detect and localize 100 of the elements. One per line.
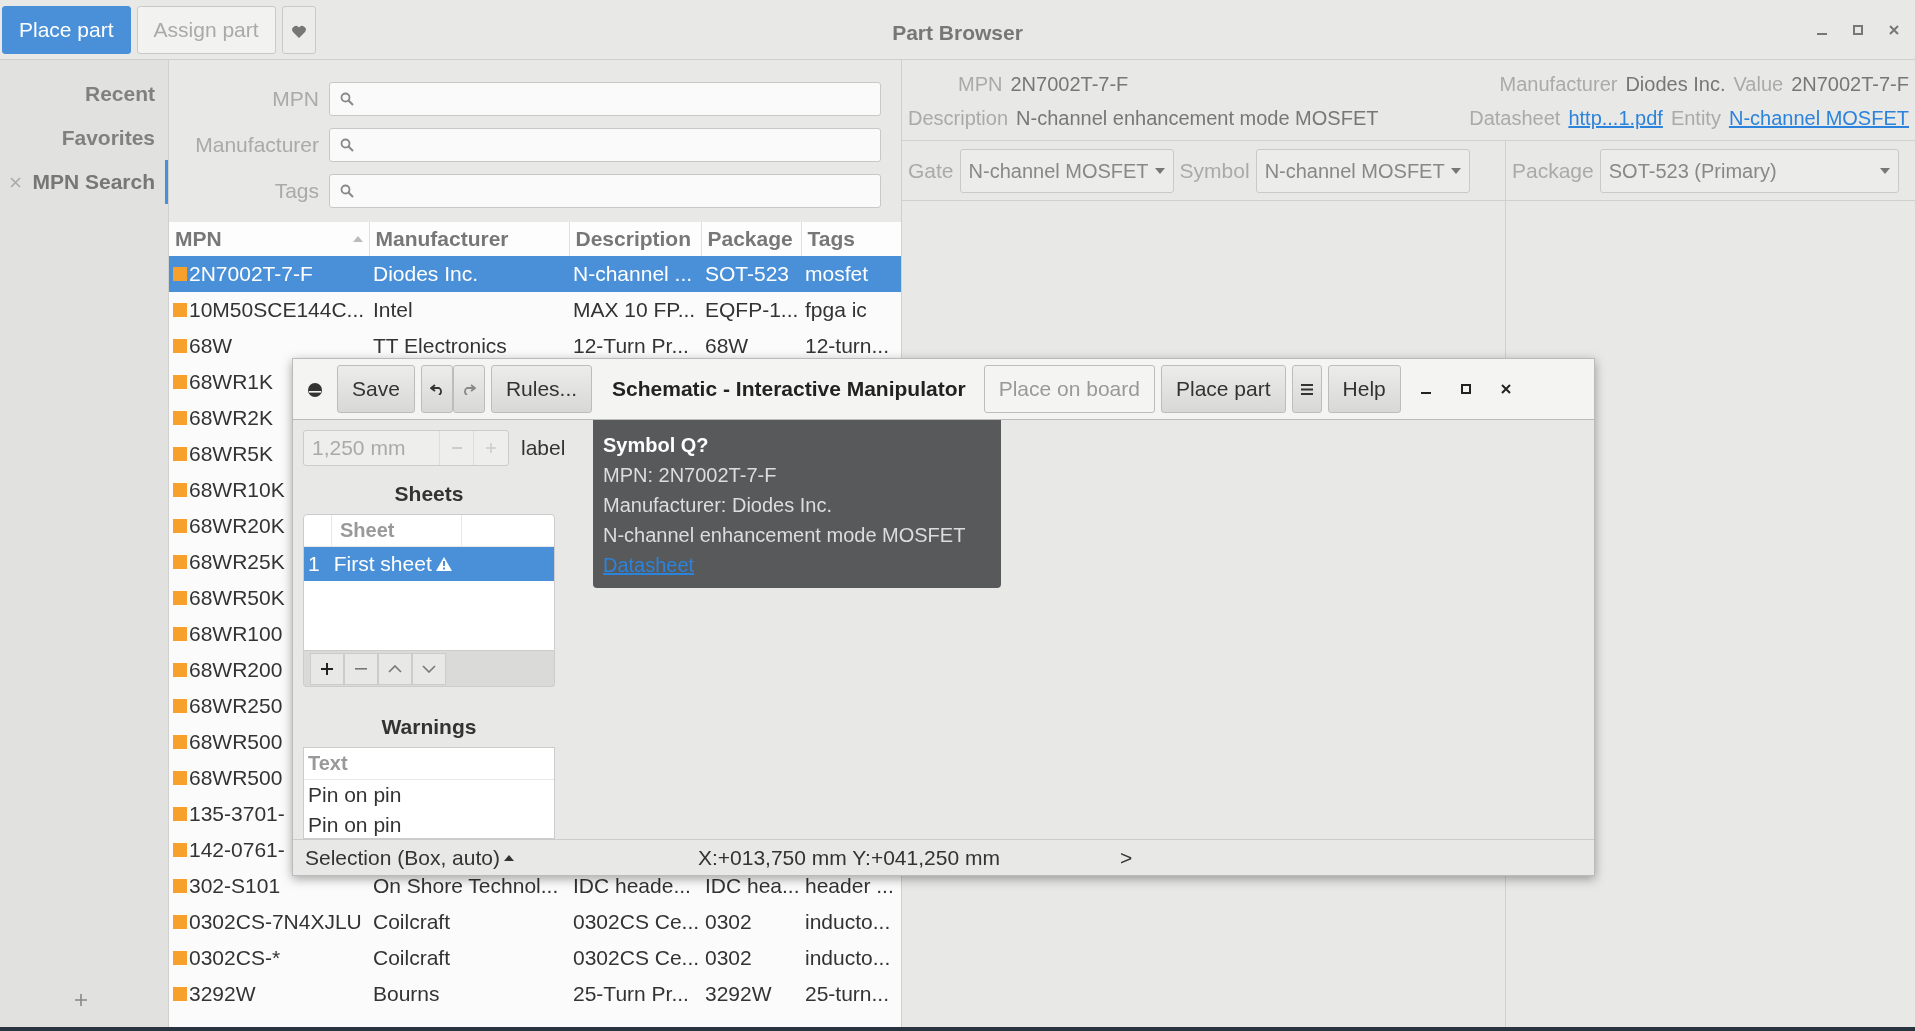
add-icon[interactable] (321, 662, 333, 675)
search-icon (340, 92, 354, 106)
table-cell: 0302 (705, 910, 752, 934)
tool-selector[interactable]: Selection (Box, auto) (305, 841, 514, 874)
caret-icon (1154, 167, 1165, 174)
dropdown[interactable]: SOT-523 (Primary) (1599, 148, 1899, 193)
link[interactable]: N-channel MOSFET (1728, 103, 1909, 133)
undo-button[interactable] (420, 365, 453, 413)
dropdown[interactable]: N-channel MOSFET (1255, 148, 1470, 193)
column-header[interactable]: Tags (807, 223, 897, 255)
caret-icon (1880, 167, 1890, 174)
field-label: Manufacturer (1499, 72, 1618, 97)
table-cell: inducto... (805, 910, 891, 934)
table-cell: 3292W (705, 982, 772, 1006)
part-icon (173, 519, 187, 533)
table-cell: IDC heade... (573, 874, 691, 898)
field-label: MPN (271, 86, 319, 113)
save-button[interactable]: Save (337, 365, 415, 413)
chevron-down-icon[interactable] (422, 664, 436, 673)
favorite-button[interactable] (281, 5, 316, 54)
table-cell-text: 68WR250 (189, 693, 283, 720)
dialog-title: Schematic - Interactive Manipulator (612, 376, 966, 403)
field-value: 2N7002T-7-F (1010, 72, 1129, 97)
table-cell: 12-Turn Pr... (573, 334, 689, 358)
tooltip-text: MPN: 2N7002T-7-F (603, 463, 778, 488)
table-cell-text: 68WR20K (189, 513, 285, 540)
part-icon (173, 339, 187, 353)
window-title: Part Browser (892, 21, 1023, 44)
column-header: Sheet (340, 518, 395, 543)
table-cell-text: 10M50SCE144C... (189, 297, 365, 324)
part-icon (173, 411, 187, 425)
chevron-up-icon[interactable] (388, 664, 402, 673)
search-icon (340, 138, 354, 152)
list-row[interactable]: 1 First sheet (304, 546, 554, 581)
part-icon (173, 771, 187, 785)
field-label: Package (1512, 157, 1594, 184)
help-button[interactable]: Help (1327, 365, 1401, 413)
redo-icon (461, 383, 476, 395)
search-field[interactable] (329, 174, 881, 208)
tooltip-title: Symbol Q? (603, 433, 710, 458)
table-cell: Intel (373, 298, 413, 322)
field-label: Datasheet (1469, 106, 1561, 131)
sidebar-item[interactable]: Favorites (0, 116, 168, 160)
tooltip-text: N-channel enhancement mode MOSFET (603, 523, 967, 548)
place-part-button[interactable]: Place part (2, 5, 131, 54)
column-header[interactable]: Description (575, 223, 695, 255)
part-icon (173, 951, 187, 965)
table-cell: inducto... (805, 946, 891, 970)
table-cell: 0302CS Ce... (573, 910, 700, 934)
table-cell: Coilcraft (373, 946, 451, 970)
table-cell-text: 302-S101 (189, 873, 281, 900)
datasheet-link[interactable]: Datasheet (603, 554, 695, 576)
sidebar-item[interactable]: MPN Search (0, 160, 168, 204)
circle-icon[interactable] (307, 381, 323, 398)
field-value: Diodes Inc. (1625, 72, 1726, 97)
column-header[interactable]: Package (707, 223, 795, 255)
close-icon[interactable] (1500, 384, 1511, 394)
table-cell-text: 0302CS-* (189, 945, 281, 972)
field-label: Value (1733, 72, 1784, 97)
field-label: Gate (908, 157, 954, 184)
table-cell: header ... (805, 874, 894, 898)
maximize-icon[interactable] (1460, 384, 1471, 394)
link[interactable]: http...1.pdf (1568, 103, 1663, 133)
rules-button[interactable]: Rules... (490, 365, 593, 413)
table-cell-text: 2N7002T-7-F (189, 261, 313, 288)
table-cell: Coilcraft (373, 910, 451, 934)
table-cell-text: 68WR500 (189, 765, 283, 792)
menu-button[interactable] (1291, 365, 1322, 413)
part-icon (173, 987, 187, 1001)
table-cell: MAX 10 FP... (573, 298, 696, 322)
table-cell-text: 0302CS-7N4XJLU (189, 909, 362, 936)
part-icon (173, 303, 187, 317)
table-cell: mosfet (805, 262, 869, 286)
menu-icon (1300, 383, 1313, 395)
search-field[interactable] (329, 82, 881, 116)
search-field[interactable] (329, 128, 881, 162)
field-label: label (521, 435, 566, 462)
sidebar-item[interactable]: Recent (0, 72, 168, 116)
table-cell-text: 68WR50K (189, 585, 285, 612)
field-label: Manufacturer (194, 132, 319, 159)
place-part-button[interactable]: Place part (1160, 365, 1286, 413)
column-header[interactable]: Manufacturer (375, 223, 563, 255)
more-button[interactable]: > (1119, 841, 1133, 874)
column-header[interactable]: MPN (175, 223, 363, 255)
table-cell-text: 68W (189, 333, 233, 360)
table-cell: SOT-523 (705, 262, 790, 286)
field-label: Description (908, 106, 1009, 131)
table-cell: IDC hea... (705, 874, 800, 898)
column-header: Text (308, 751, 348, 777)
table-cell: EQFP-1... (705, 298, 799, 322)
field-label: Entity (1670, 106, 1721, 131)
table-cell-text: 68WR25K (189, 549, 285, 576)
part-icon (173, 879, 187, 893)
search-icon (340, 184, 354, 198)
part-icon (173, 627, 187, 641)
part-icon (173, 591, 187, 605)
heart-icon (291, 24, 306, 38)
field-label: MPN (958, 72, 1003, 97)
dropdown[interactable]: N-channel MOSFET (959, 148, 1174, 193)
part-icon (173, 267, 187, 281)
